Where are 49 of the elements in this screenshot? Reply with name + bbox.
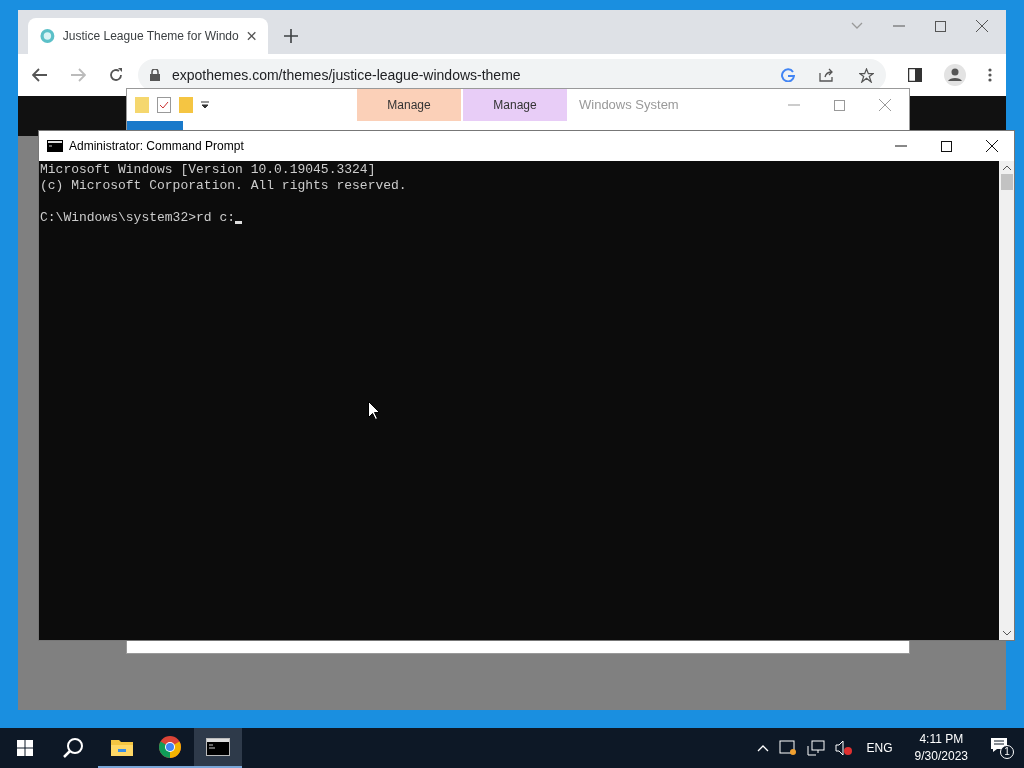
side-panel-icon[interactable] (908, 68, 922, 82)
close-icon[interactable] (986, 140, 998, 152)
window-title: Windows System (579, 96, 679, 115)
command-line: C:\Windows\system32>rd c: (40, 210, 236, 226)
notification-count: 1 (1000, 745, 1014, 759)
cursor (235, 221, 243, 224)
scrollbar[interactable] (999, 161, 1014, 640)
time: 4:11 PM (919, 731, 964, 748)
context-tab[interactable]: Manage (357, 89, 461, 121)
taskbar-app[interactable] (194, 728, 242, 768)
notification-icon[interactable] (990, 737, 1008, 753)
maximize-icon[interactable] (941, 140, 952, 152)
language-indicator[interactable]: ENG (866, 739, 893, 757)
chevron-up-icon[interactable] (756, 744, 769, 752)
search-icon[interactable] (62, 737, 84, 759)
star-icon[interactable] (859, 67, 874, 83)
scroll-thumb[interactable] (1000, 174, 1013, 190)
profile-icon[interactable] (944, 64, 966, 86)
terminal-icon (47, 140, 63, 152)
close-icon[interactable] (246, 31, 256, 41)
context-tab[interactable]: Manage (463, 89, 567, 121)
menu-icon[interactable] (988, 68, 992, 82)
back-icon[interactable] (32, 68, 48, 82)
console-output[interactable]: Microsoft Windows [Version 10.0.19045.3324] (c) Microsoft Corporation. All rights reserved. C:\Windows\system32>rd c: (39, 161, 999, 640)
new-tab-icon[interactable] (284, 29, 298, 43)
browser-tab[interactable]: Justice League Theme for Windo (28, 18, 268, 54)
tab-title: Justice League Theme for Windo (62, 28, 239, 45)
address-bar[interactable]: expothemes.com/themes/justice-league-windows-theme (138, 59, 886, 91)
chrome-icon (158, 735, 182, 759)
network-icon[interactable] (806, 740, 825, 756)
lock-icon (150, 69, 160, 81)
scroll-down-icon[interactable] (1002, 631, 1011, 636)
site-icon (40, 28, 55, 44)
muted-speaker-icon[interactable] (834, 740, 853, 756)
dropdown-icon[interactable] (201, 101, 209, 109)
scroll-up-icon[interactable] (1002, 165, 1011, 170)
google-icon[interactable] (781, 68, 795, 82)
output-line: Microsoft Windows [Version 10.0.19045.3324] (40, 162, 376, 178)
share-icon[interactable] (819, 68, 835, 82)
reload-icon[interactable] (108, 67, 124, 83)
window-title: Administrator: Command Prompt (69, 138, 244, 155)
url-text: expothemes.com/themes/justice-league-windows-theme (172, 65, 522, 85)
clock[interactable]: 4:11 PM 9/30/2023 (914, 731, 968, 765)
terminal-icon (206, 738, 230, 756)
date: 9/30/2023 (914, 748, 968, 765)
windows-logo-icon[interactable] (17, 740, 33, 756)
output-line: (c) Microsoft Corporation. All rights reserved. (40, 178, 407, 194)
properties-icon[interactable] (157, 97, 171, 113)
pointer-icon (368, 401, 380, 420)
